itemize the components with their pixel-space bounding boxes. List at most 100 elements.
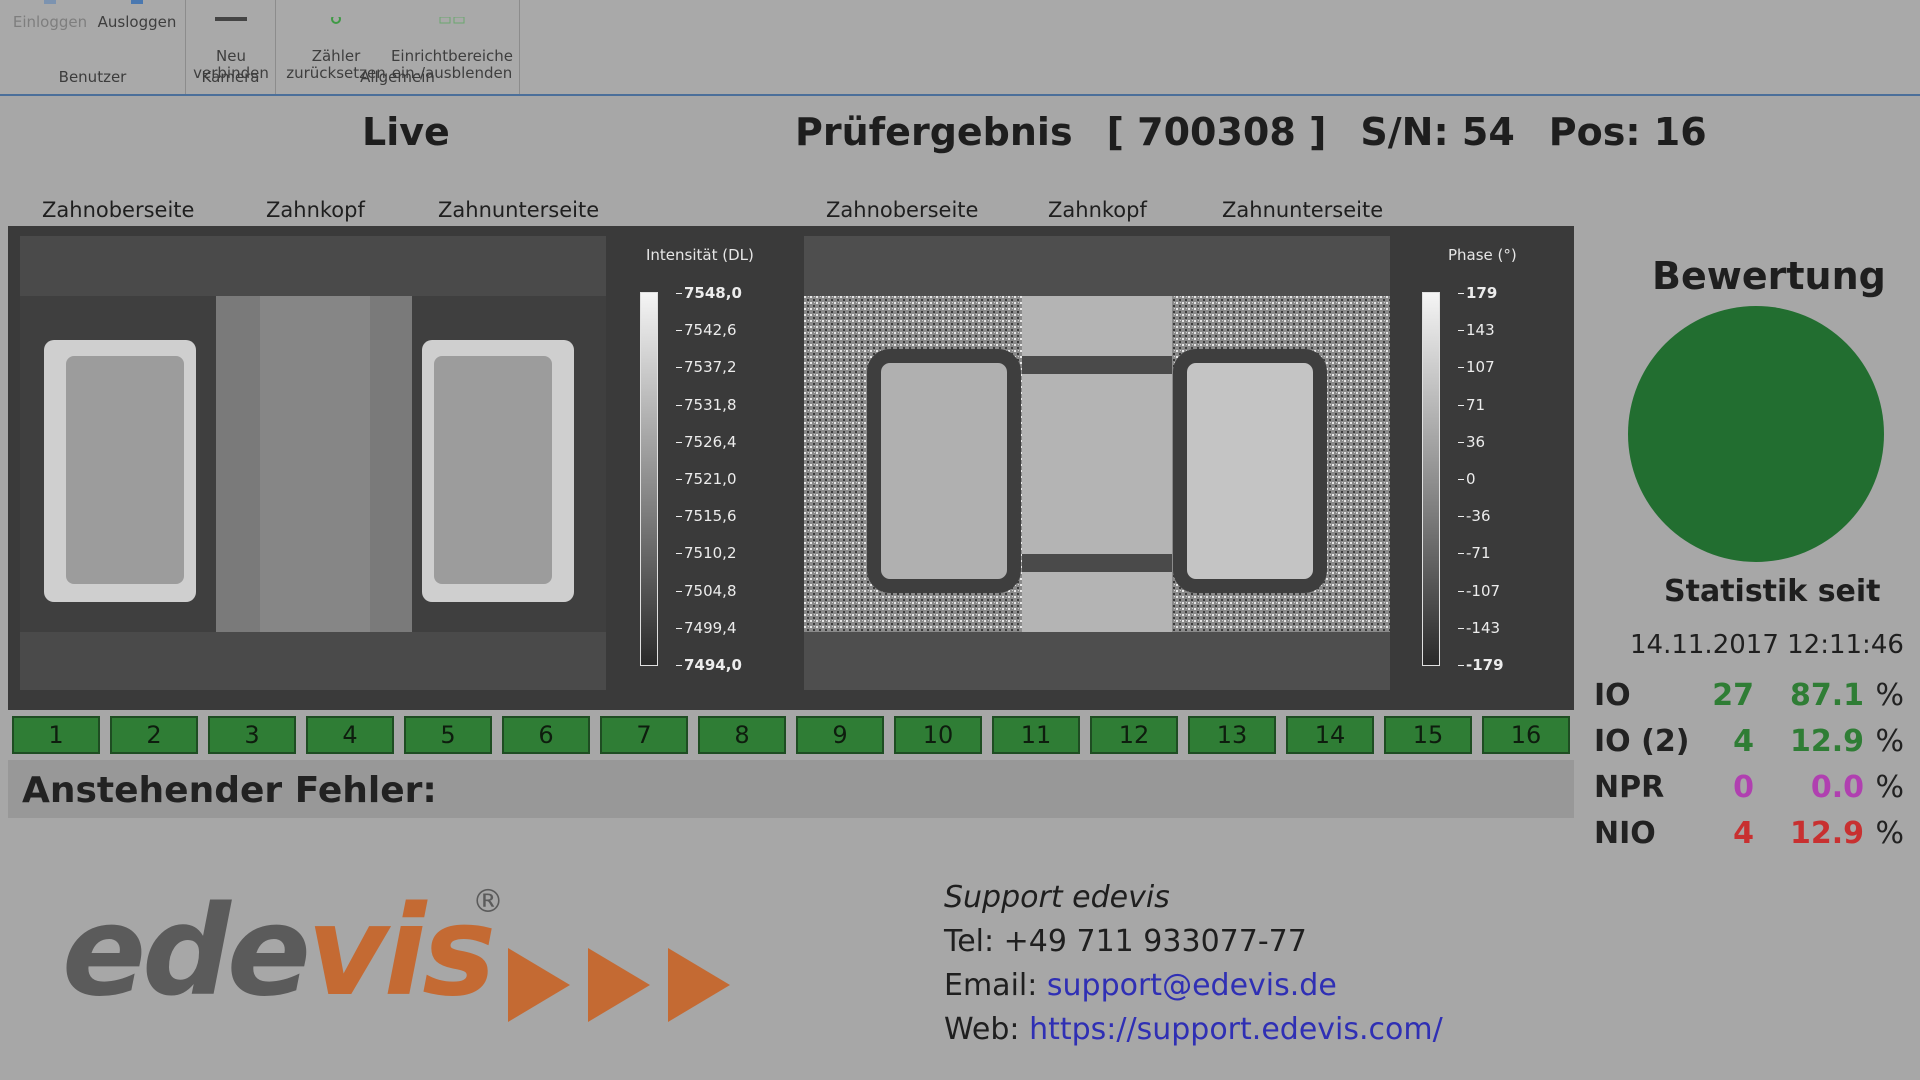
position-button-2[interactable]: 2 bbox=[110, 716, 198, 754]
support-phone: Tel: +49 711 933077-77 bbox=[944, 924, 1307, 959]
statistics-row-count: 27 bbox=[1712, 678, 1754, 713]
scale-tick-label: -179 bbox=[1458, 656, 1504, 674]
scale-tick-label: 7494,0 bbox=[676, 656, 742, 674]
position-button-7[interactable]: 7 bbox=[600, 716, 688, 754]
logout-button[interactable]: Ausloggen bbox=[96, 0, 178, 31]
scale-tick-label: 36 bbox=[1457, 432, 1486, 451]
result-id: [ 700308 ] bbox=[1106, 110, 1327, 154]
view-label-bottom-side-result: Zahnunterseite bbox=[1222, 198, 1384, 222]
live-title: Live bbox=[362, 110, 450, 154]
scale-tick-label: 71 bbox=[1457, 395, 1486, 414]
position-button-6[interactable]: 6 bbox=[502, 716, 590, 754]
statistics-row-label: NPR bbox=[1594, 770, 1665, 805]
pending-error-bar: Anstehender Fehler: bbox=[8, 760, 1574, 818]
position-button-10[interactable]: 10 bbox=[894, 716, 982, 754]
scale-tick-label: 143 bbox=[1458, 321, 1495, 340]
scale-tick-label: 0 bbox=[1458, 470, 1476, 488]
statistics-row-percent: 0.0 bbox=[1810, 770, 1864, 805]
position-button-12[interactable]: 12 bbox=[1090, 716, 1178, 754]
position-button-4[interactable]: 4 bbox=[306, 716, 394, 754]
scale-tick-label: 7531,8 bbox=[676, 395, 737, 414]
statistics-row: NIO 4 12.9% bbox=[1594, 816, 1904, 856]
view-label-tip-result: Zahnkopf bbox=[1048, 198, 1147, 222]
scale-tick-label: 7526,4 bbox=[676, 432, 737, 451]
view-label-top-side-live: Zahnoberseite bbox=[42, 198, 195, 222]
scale-tick-label: -143 bbox=[1457, 618, 1501, 637]
evaluation-status-indicator bbox=[1628, 306, 1884, 562]
phase-image bbox=[804, 236, 1390, 690]
support-web-link[interactable]: https://support.edevis.com/ bbox=[1029, 1012, 1443, 1047]
scale-tick-label: 7521,0 bbox=[676, 470, 737, 488]
login-button[interactable]: Einloggen bbox=[12, 0, 88, 31]
registered-mark: ® bbox=[472, 882, 504, 920]
scale-tick-label: -71 bbox=[1458, 544, 1491, 563]
support-web-row: Web: https://support.edevis.com/ bbox=[944, 1012, 1443, 1047]
ribbon-group-kamera: Neu verbinden Kamera bbox=[186, 0, 276, 94]
camera-icon bbox=[215, 17, 247, 21]
statistics-row-percent: 12.9 bbox=[1789, 724, 1864, 759]
position-button-11[interactable]: 11 bbox=[992, 716, 1080, 754]
scale-tick-label: 7537,2 bbox=[676, 358, 737, 377]
scale-tick-label: 7542,6 bbox=[676, 321, 737, 340]
live-camera-image bbox=[20, 236, 606, 690]
position-button-9[interactable]: 9 bbox=[796, 716, 884, 754]
scale-tick-label: 7548,0 bbox=[676, 284, 742, 302]
position-indicator-strip: 1 2 3 4 5 6 7 8 9 10 11 12 13 14 15 16 bbox=[12, 716, 1572, 754]
scale-tick-label: 7515,6 bbox=[676, 507, 737, 526]
image-panel: Intensität (DL) 7548,0 7542,6 7537,2 7531,8… bbox=[8, 226, 1574, 710]
ribbon-group-label: Allgemein bbox=[360, 68, 435, 86]
position-button-16[interactable]: 16 bbox=[1482, 716, 1570, 754]
intensity-colorbar bbox=[640, 292, 658, 666]
position-button-8[interactable]: 8 bbox=[698, 716, 786, 754]
phase-scale-title: Phase (°) bbox=[1448, 246, 1517, 264]
result-label: Prüfergebnis bbox=[795, 110, 1073, 154]
ribbon-group-benutzer: Einloggen Ausloggen Benutzer bbox=[0, 0, 186, 94]
view-label-top-side-result: Zahnoberseite bbox=[826, 198, 979, 222]
scale-tick-label: 107 bbox=[1458, 358, 1495, 377]
position-button-14[interactable]: 14 bbox=[1286, 716, 1374, 754]
login-icon bbox=[44, 0, 56, 4]
statistics-since-date: 14.11.2017 12:11:46 bbox=[1630, 630, 1904, 660]
support-email-link[interactable]: support@edevis.de bbox=[1047, 968, 1337, 1003]
ribbon-toolbar: Einloggen Ausloggen Benutzer Neu verbind… bbox=[0, 0, 1920, 96]
pending-error-label: Anstehender Fehler: bbox=[22, 770, 437, 811]
position-button-3[interactable]: 3 bbox=[208, 716, 296, 754]
position-button-5[interactable]: 5 bbox=[404, 716, 492, 754]
scale-tick-label: 7504,8 bbox=[676, 581, 737, 600]
statistics-row-count: 4 bbox=[1733, 816, 1754, 851]
statistics-row-unit: % bbox=[1875, 770, 1904, 805]
statistics-row-count: 4 bbox=[1733, 724, 1754, 759]
statistics-row-label: IO (2) bbox=[1594, 724, 1690, 759]
evaluation-title: Bewertung bbox=[1652, 254, 1886, 298]
position-button-15[interactable]: 15 bbox=[1384, 716, 1472, 754]
support-heading: Support edevis bbox=[944, 880, 1170, 915]
areas-icon bbox=[439, 17, 465, 24]
result-title: Prüfergebnis [ 700308 ] S/N: 54 Pos: 16 bbox=[795, 110, 1741, 154]
phase-colorbar bbox=[1422, 292, 1440, 666]
statistics-row-unit: % bbox=[1875, 678, 1904, 713]
statistics-row-count: 0 bbox=[1733, 770, 1754, 805]
ribbon-group-label: Benutzer bbox=[58, 68, 127, 86]
statistics-row-label: IO bbox=[1594, 678, 1631, 713]
intensity-scale-title: Intensität (DL) bbox=[646, 246, 754, 264]
scale-tick-label: -107 bbox=[1457, 581, 1501, 600]
ribbon-group-label: Kamera bbox=[201, 68, 260, 86]
scale-tick-label: -36 bbox=[1458, 507, 1491, 526]
scale-tick-label: 7510,2 bbox=[676, 544, 737, 563]
logo-wordmark: edevis bbox=[62, 880, 496, 1024]
position-button-1[interactable]: 1 bbox=[12, 716, 100, 754]
position-button-13[interactable]: 13 bbox=[1188, 716, 1276, 754]
support-info: Support edevis Tel: +49 711 933077-77 Em… bbox=[944, 880, 1443, 1056]
reset-icon bbox=[331, 17, 341, 24]
statistics-title: Statistik seit bbox=[1664, 574, 1881, 609]
logout-icon bbox=[131, 0, 143, 4]
scale-tick-label: 179 bbox=[1457, 284, 1498, 302]
statistics-row-label: NIO bbox=[1594, 816, 1656, 851]
view-label-bottom-side-live: Zahnunterseite bbox=[438, 198, 600, 222]
ribbon-group-allgemein: Zähler zurücksetzen Einrichtbereiche ein… bbox=[276, 0, 520, 94]
position-number: Pos: 16 bbox=[1548, 110, 1707, 154]
result-phase-image bbox=[804, 236, 1390, 690]
statistics-row-percent: 12.9 bbox=[1789, 816, 1864, 851]
statistics-row-unit: % bbox=[1875, 724, 1904, 759]
statistics-row: IO (2) 4 12.9% bbox=[1594, 724, 1904, 764]
